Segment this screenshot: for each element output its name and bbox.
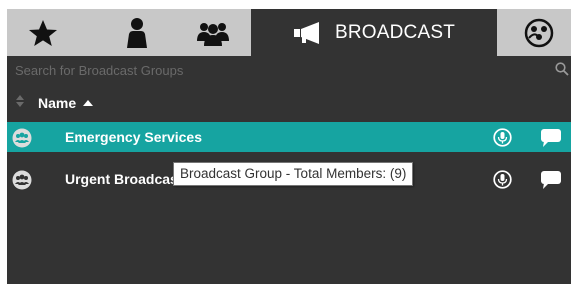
microphone-icon[interactable] xyxy=(493,128,512,152)
tab-favorites[interactable] xyxy=(7,9,79,56)
search-bar xyxy=(7,56,571,83)
list-item[interactable]: Emergency Services xyxy=(7,122,571,152)
group-name: Emergency Services xyxy=(65,129,202,145)
tab-contacts[interactable] xyxy=(107,9,167,56)
group-name: Urgent Broadcast xyxy=(65,171,183,187)
sort-icon[interactable] xyxy=(16,94,24,112)
tab-bar: BROADCAST xyxy=(7,9,571,56)
microphone-icon[interactable] xyxy=(493,170,512,194)
tooltip: Broadcast Group - Total Members: (9) xyxy=(173,162,414,186)
sort-ascending-icon[interactable] xyxy=(83,94,94,112)
megaphone-icon xyxy=(293,21,323,45)
tab-broadcast[interactable]: BROADCAST xyxy=(251,9,497,56)
chat-icon[interactable] xyxy=(540,170,562,195)
conference-icon xyxy=(524,18,554,48)
name-column-header[interactable]: Name xyxy=(38,95,76,111)
broadcast-group-icon xyxy=(12,128,32,153)
search-icon[interactable] xyxy=(555,62,569,81)
person-icon xyxy=(125,17,149,49)
search-input[interactable] xyxy=(15,60,535,80)
broadcast-panel: BROADCAST Name Emergency Services xyxy=(7,9,571,284)
broadcast-group-icon xyxy=(12,170,32,195)
tab-broadcast-label: BROADCAST xyxy=(334,21,456,43)
chat-icon[interactable] xyxy=(540,128,562,153)
tab-conference[interactable] xyxy=(517,9,561,56)
list-header: Name xyxy=(7,91,307,115)
group-icon xyxy=(195,19,231,47)
tab-groups[interactable] xyxy=(183,9,243,56)
star-icon xyxy=(28,18,58,48)
